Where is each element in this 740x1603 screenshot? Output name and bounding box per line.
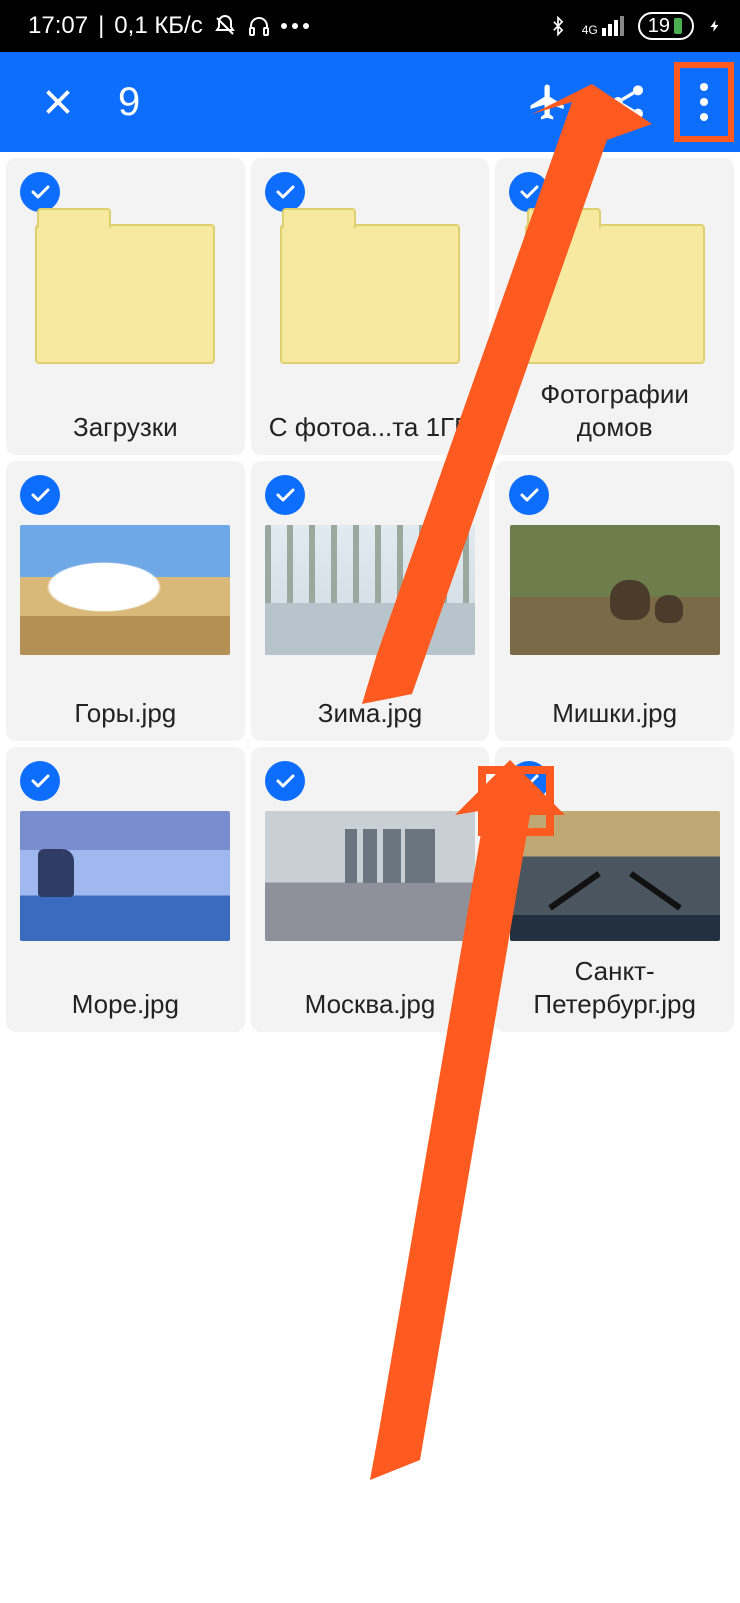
image-thumbnail [20,811,230,941]
bell-off-icon [213,14,237,38]
folder-tile[interactable]: Фотографии домов [495,158,734,455]
image-thumbnail [20,525,230,655]
more-vertical-icon [700,83,708,121]
tile-label: Зима.jpg [318,683,422,730]
status-time: 17:07 [28,12,88,40]
folder-tile[interactable]: С фотоа...та 1ГБ [251,158,490,455]
share-button[interactable] [588,62,668,142]
selected-check-icon[interactable] [20,172,60,212]
folder-icon [280,224,460,364]
selected-check-icon[interactable] [509,172,549,212]
tile-label: Мишки.jpg [552,683,677,730]
image-tile[interactable]: Горы.jpg [6,461,245,741]
selected-check-icon[interactable] [509,475,549,515]
image-thumbnail [510,811,720,941]
status-sep: | [98,12,104,40]
folder-tile[interactable]: Загрузки [6,158,245,455]
headphones-icon [247,14,271,38]
offline-button[interactable] [508,62,588,142]
selected-check-icon[interactable] [265,172,305,212]
more-horizontal-icon [281,23,309,29]
tile-label: Санкт-Петербург.jpg [503,941,726,1020]
selection-count: 9 [118,80,140,125]
tile-label: С фотоа...та 1ГБ [269,397,471,444]
tile-label: Загрузки [73,397,178,444]
tile-label: Фотографии домов [503,364,726,443]
image-thumbnail [265,525,475,655]
battery-icon: 19 [638,12,694,40]
status-bar: 17:07 | 0,1 КБ/с 4G 19 [0,0,740,52]
image-thumbnail [265,811,475,941]
image-tile[interactable]: Москва.jpg [251,747,490,1032]
selected-check-icon[interactable] [509,761,549,801]
signal-icon: 4G [582,16,624,36]
selected-check-icon[interactable] [265,761,305,801]
charging-icon [708,15,722,37]
image-tile[interactable]: Мишки.jpg [495,461,734,741]
selected-check-icon[interactable] [265,475,305,515]
tile-label: Горы.jpg [74,683,176,730]
selected-check-icon[interactable] [20,475,60,515]
image-tile[interactable]: Санкт-Петербург.jpg [495,747,734,1032]
tile-label: Москва.jpg [305,974,436,1021]
folder-icon [35,224,215,364]
status-net-speed: 0,1 КБ/с [114,12,202,40]
file-grid: Загрузки С фотоа...та 1ГБ Фотографии домов… [0,152,740,1038]
selection-app-bar: 9 [0,52,740,152]
image-tile[interactable]: Зима.jpg [251,461,490,741]
tile-label: Море.jpg [72,974,179,1021]
folder-icon [525,224,705,364]
close-selection-button[interactable] [28,84,88,120]
image-tile[interactable]: Море.jpg [6,747,245,1032]
selected-check-icon[interactable] [20,761,60,801]
bluetooth-icon [548,14,568,38]
image-thumbnail [510,525,720,655]
more-menu-button[interactable] [674,62,734,142]
